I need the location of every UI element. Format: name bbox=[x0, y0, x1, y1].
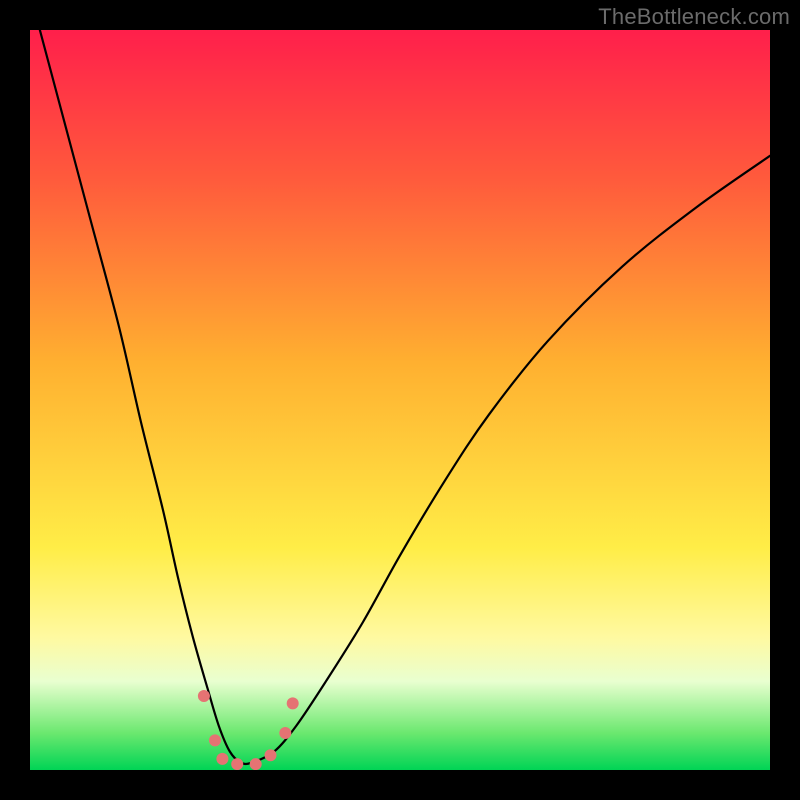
plot-area bbox=[30, 30, 770, 770]
data-marker bbox=[209, 734, 221, 746]
data-marker bbox=[287, 697, 299, 709]
gradient-background bbox=[30, 30, 770, 770]
data-marker bbox=[265, 749, 277, 761]
chart-frame: TheBottleneck.com bbox=[0, 0, 800, 800]
bottleneck-chart bbox=[30, 30, 770, 770]
data-marker bbox=[279, 727, 291, 739]
watermark-text: TheBottleneck.com bbox=[598, 4, 790, 30]
data-marker bbox=[250, 758, 262, 770]
data-marker bbox=[216, 753, 228, 765]
data-marker bbox=[231, 758, 243, 770]
data-marker bbox=[198, 690, 210, 702]
